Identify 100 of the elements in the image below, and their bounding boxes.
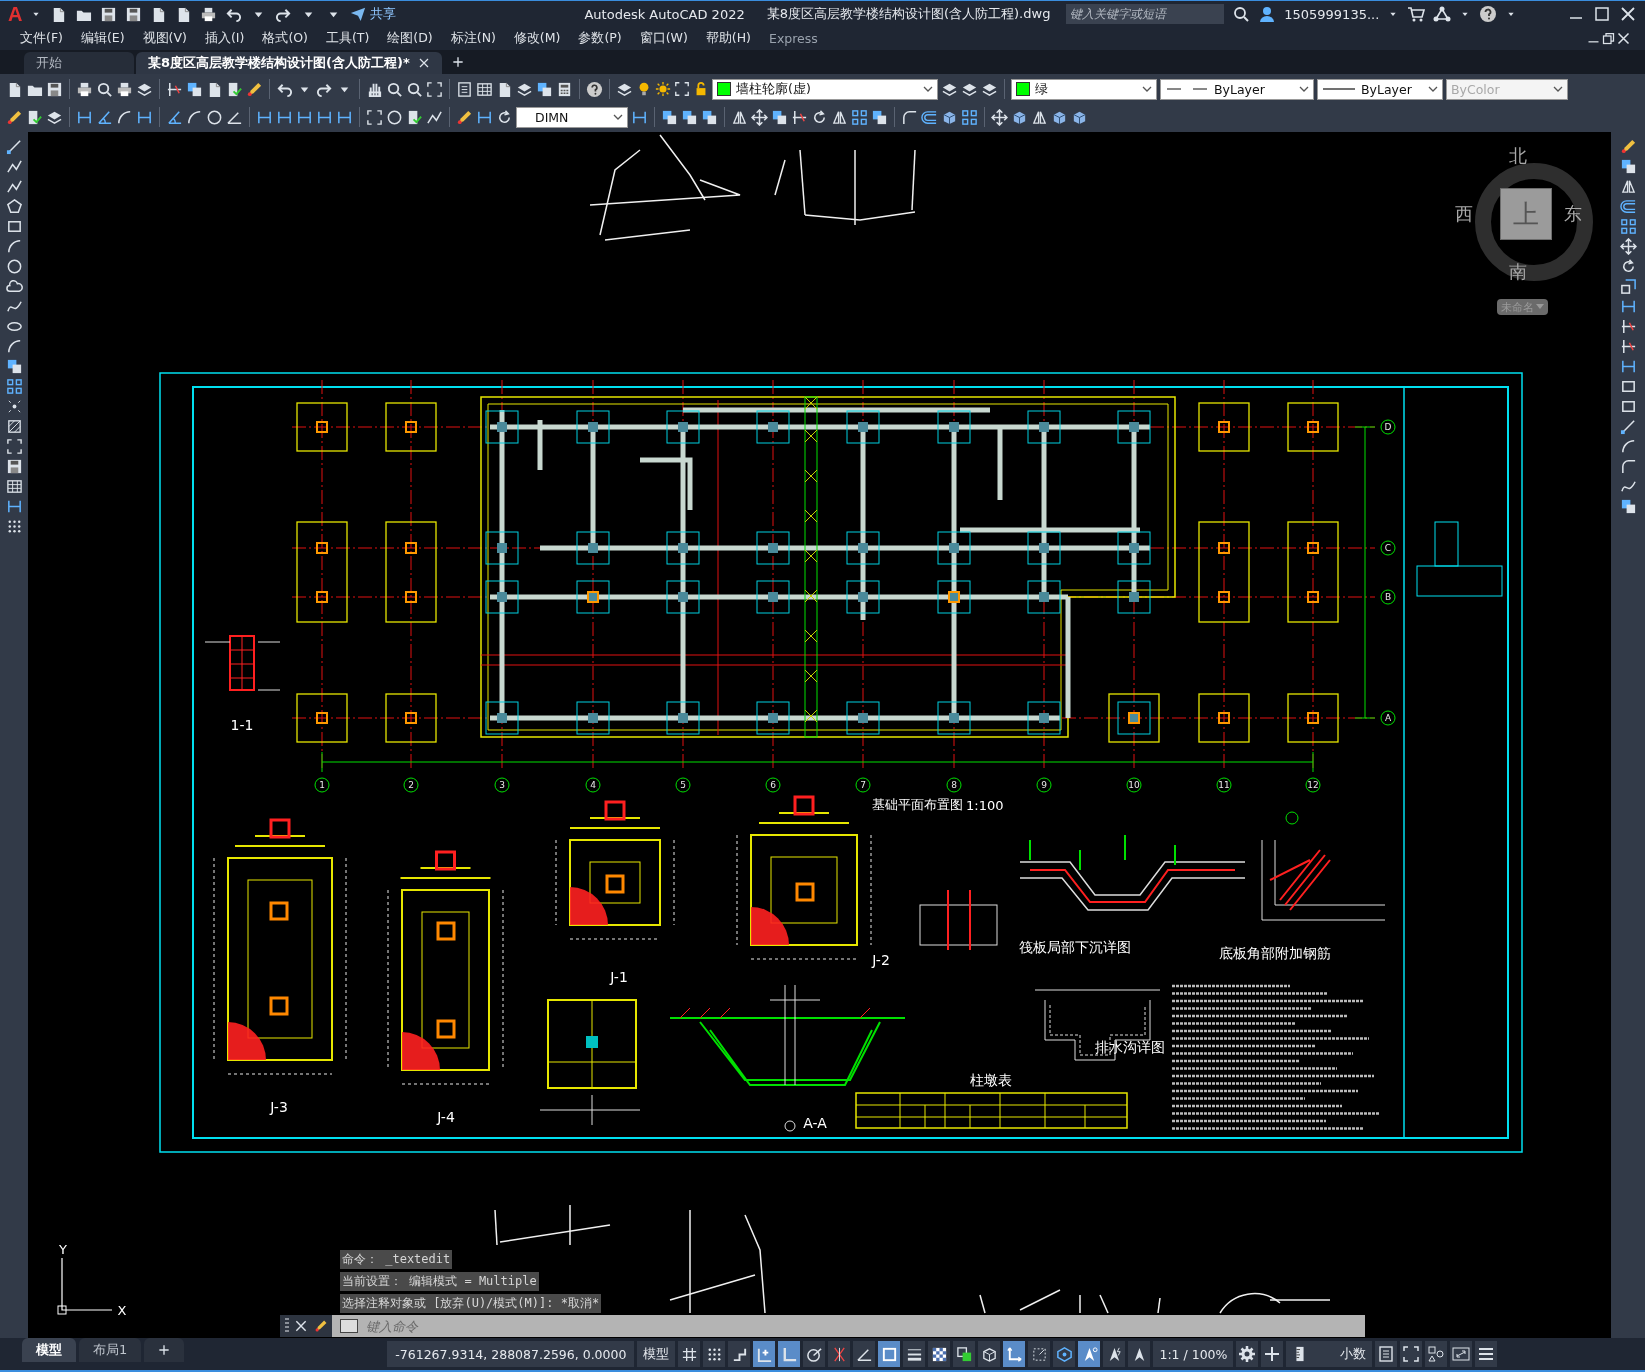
search-field[interactable]: 键入关键字或短语 <box>1066 4 1225 24</box>
model-space-button[interactable]: 模型 <box>637 1341 676 1367</box>
menu-item[interactable]: Express <box>763 29 830 48</box>
trim-icon[interactable] <box>1619 338 1637 355</box>
copy-icon[interactable] <box>771 108 788 126</box>
isolate-icon[interactable] <box>1055 1345 1073 1363</box>
terminal-icon[interactable] <box>340 1319 358 1333</box>
layer-dropdown[interactable]: 墙柱轮廓(虚) <box>712 78 938 100</box>
frame-icon[interactable] <box>5 438 23 455</box>
move-icon[interactable] <box>751 108 768 126</box>
pencil-icon[interactable] <box>246 80 263 98</box>
move-icon[interactable] <box>1619 238 1637 255</box>
printer-icon[interactable] <box>76 80 93 98</box>
copy-icon[interactable] <box>5 358 23 375</box>
save-icon[interactable] <box>46 80 63 98</box>
object-snap-icon[interactable] <box>880 1345 898 1363</box>
frame-icon[interactable] <box>426 80 443 98</box>
line-icon[interactable] <box>5 138 23 155</box>
compass-label[interactable]: 南 <box>1509 263 1527 281</box>
copy-icon[interactable] <box>661 108 678 126</box>
trim-icon[interactable] <box>791 108 808 126</box>
menu-icon[interactable] <box>1477 1345 1496 1363</box>
share-button[interactable]: 共享 <box>350 5 397 23</box>
document-tab[interactable]: 开始 <box>24 52 134 74</box>
user-name[interactable]: 1505999135... <box>1284 6 1380 22</box>
polar-icon[interactable] <box>805 1345 823 1363</box>
circle-icon[interactable] <box>206 108 223 126</box>
copy-icon[interactable] <box>1619 158 1637 175</box>
table-icon[interactable] <box>5 478 23 495</box>
selection-cycling-icon[interactable] <box>955 1345 973 1363</box>
dimension-icon[interactable] <box>1619 358 1637 375</box>
compass-label[interactable]: 西 <box>1455 205 1473 223</box>
checkerboard-icon[interactable] <box>930 1345 948 1363</box>
shapes-icon[interactable] <box>1427 1345 1446 1363</box>
polygon-icon[interactable] <box>5 198 23 215</box>
menu-item[interactable]: 窗口(W) <box>633 28 700 49</box>
plus-icon[interactable] <box>451 56 464 68</box>
properties-icon[interactable] <box>1377 1345 1396 1363</box>
zoom-icon[interactable] <box>96 80 113 98</box>
compass-label[interactable]: 东 <box>1564 205 1582 223</box>
menu-item[interactable]: 工具(T) <box>319 28 382 49</box>
help-icon[interactable] <box>1479 5 1498 23</box>
copy-icon[interactable] <box>1619 498 1637 515</box>
close-icon[interactable] <box>1619 5 1637 23</box>
save-icon[interactable] <box>100 5 118 23</box>
copy-icon[interactable] <box>681 108 698 126</box>
pencil-icon[interactable] <box>314 1319 328 1333</box>
fullscreen-icon[interactable] <box>1452 1345 1471 1363</box>
cube-icon[interactable] <box>980 1345 998 1363</box>
search-icon[interactable] <box>1232 5 1251 23</box>
checked-document-icon[interactable] <box>406 108 423 126</box>
copy-icon[interactable] <box>871 108 888 126</box>
arc-icon[interactable] <box>1619 438 1637 455</box>
command-input-field[interactable]: 键入命令 <box>362 1315 1365 1337</box>
menu-item[interactable]: 修改(M) <box>507 28 573 49</box>
close-icon[interactable] <box>294 1319 308 1333</box>
angle-dimension-icon[interactable] <box>166 108 183 126</box>
maximize-icon[interactable] <box>1593 5 1611 23</box>
user-icon[interactable] <box>1258 5 1277 23</box>
array-icon[interactable] <box>961 108 978 126</box>
annotation-scale-dropdown[interactable]: 1:1 / 100% <box>1153 1341 1234 1367</box>
menu-item[interactable]: 帮助(H) <box>699 28 763 49</box>
frame-icon[interactable] <box>674 81 690 97</box>
ucs-icon[interactable] <box>1005 1345 1023 1363</box>
copy-icon[interactable] <box>701 108 718 126</box>
menu-item[interactable]: 文件(F) <box>14 28 75 49</box>
scale-icon[interactable] <box>1619 278 1637 295</box>
sun-icon[interactable] <box>655 81 671 97</box>
mirror-icon[interactable] <box>1619 178 1637 195</box>
cloud-icon[interactable] <box>5 278 23 295</box>
menu-item[interactable]: 参数(P) <box>572 28 634 49</box>
lineweight-dropdown[interactable]: ByLayer <box>1317 78 1443 100</box>
layout-tab[interactable]: 模型 <box>22 1338 76 1362</box>
dimension-icon[interactable] <box>1619 298 1637 315</box>
menu-item[interactable]: 绘图(D) <box>381 28 445 49</box>
line-icon[interactable] <box>1619 418 1637 435</box>
help-icon[interactable] <box>586 80 603 98</box>
dimension-icon[interactable] <box>5 498 23 515</box>
dropdown-caret-icon[interactable] <box>613 112 623 122</box>
rotate-icon[interactable] <box>811 108 828 126</box>
offset-icon[interactable] <box>921 108 938 126</box>
document-tab[interactable]: 某8度区高层教学楼结构设计图(含人防工程)* <box>136 52 442 74</box>
rotate-icon[interactable] <box>496 108 513 126</box>
plus-icon[interactable] <box>158 1344 171 1356</box>
hatch-icon[interactable] <box>5 418 23 435</box>
menu-item[interactable]: 标注(N) <box>444 28 508 49</box>
rectangle-icon[interactable] <box>5 218 23 235</box>
dropdown-caret-icon[interactable] <box>923 84 933 94</box>
frame-icon[interactable] <box>1402 1345 1421 1363</box>
menu-item[interactable]: 插入(I) <box>198 28 257 49</box>
angle-dimension-icon[interactable] <box>96 108 113 126</box>
move-icon[interactable] <box>991 108 1008 126</box>
checked-document-icon[interactable] <box>226 80 243 98</box>
checked-document-icon[interactable] <box>26 108 43 126</box>
offset-icon[interactable] <box>1619 198 1637 215</box>
copy-icon[interactable] <box>186 80 203 98</box>
polyline-icon[interactable] <box>5 158 23 175</box>
compass-label[interactable]: 北 <box>1509 147 1527 165</box>
restore-icon[interactable] <box>1601 31 1616 46</box>
cart-icon[interactable] <box>1407 5 1426 23</box>
